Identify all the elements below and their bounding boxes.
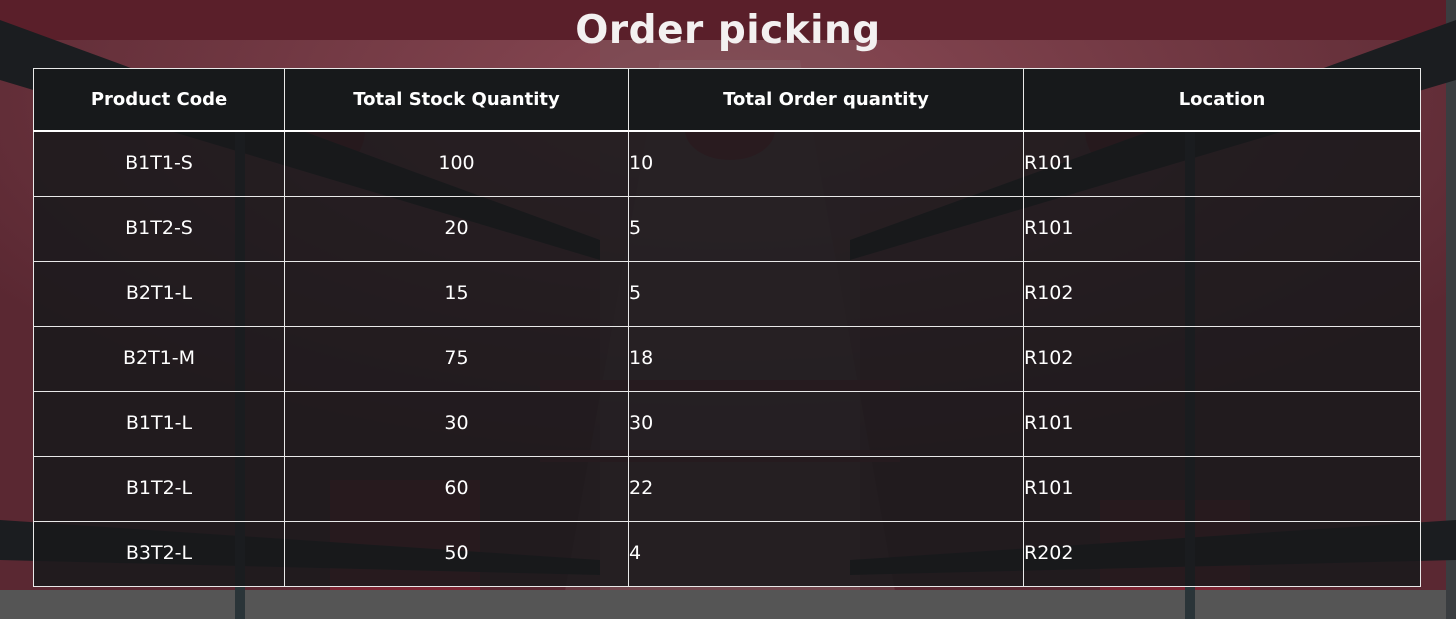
cell-product-code: B2T1-M (33, 325, 285, 392)
table-row: B1T2-S 20 5 R101 (33, 195, 1421, 262)
column-header-total-order-quantity[interactable]: Total Order quantity (628, 68, 1024, 132)
cell-order-quantity: 5 (628, 195, 1024, 262)
column-header-product-code[interactable]: Product Code (33, 68, 285, 132)
cell-location: R102 (1023, 260, 1421, 327)
cell-product-code: B1T1-L (33, 390, 285, 457)
cell-location: R101 (1023, 195, 1421, 262)
cell-product-code: B3T2-L (33, 520, 285, 587)
cell-product-code: B2T1-L (33, 260, 285, 327)
cell-product-code: B1T2-L (33, 455, 285, 522)
cell-order-quantity: 4 (628, 520, 1024, 587)
order-picking-table: Product Code Total Stock Quantity Total … (33, 68, 1421, 587)
cell-stock-quantity: 15 (284, 260, 629, 327)
cell-stock-quantity: 100 (284, 130, 629, 197)
table-row: B1T1-L 30 30 R101 (33, 390, 1421, 457)
cell-location: R101 (1023, 455, 1421, 522)
cell-stock-quantity: 30 (284, 390, 629, 457)
cell-product-code: B1T2-S (33, 195, 285, 262)
cell-stock-quantity: 75 (284, 325, 629, 392)
cell-stock-quantity: 20 (284, 195, 629, 262)
cell-location: R202 (1023, 520, 1421, 587)
table-row: B1T2-L 60 22 R101 (33, 455, 1421, 522)
table-row: B2T1-L 15 5 R102 (33, 260, 1421, 327)
table-row: B1T1-S 100 10 R101 (33, 130, 1421, 197)
cell-order-quantity: 30 (628, 390, 1024, 457)
cell-location: R102 (1023, 325, 1421, 392)
cell-order-quantity: 18 (628, 325, 1024, 392)
table-row: B2T1-M 75 18 R102 (33, 325, 1421, 392)
cell-product-code: B1T1-S (33, 130, 285, 197)
cell-order-quantity: 10 (628, 130, 1024, 197)
table-row: B3T2-L 50 4 R202 (33, 520, 1421, 587)
cell-order-quantity: 22 (628, 455, 1024, 522)
table-header-row: Product Code Total Stock Quantity Total … (33, 68, 1421, 132)
cell-order-quantity: 5 (628, 260, 1024, 327)
column-header-total-stock-quantity[interactable]: Total Stock Quantity (284, 68, 629, 132)
cell-location: R101 (1023, 390, 1421, 457)
cell-stock-quantity: 50 (284, 520, 629, 587)
column-header-location[interactable]: Location (1023, 68, 1421, 132)
page-title: Order picking (575, 8, 881, 53)
cell-location: R101 (1023, 130, 1421, 197)
cell-stock-quantity: 60 (284, 455, 629, 522)
